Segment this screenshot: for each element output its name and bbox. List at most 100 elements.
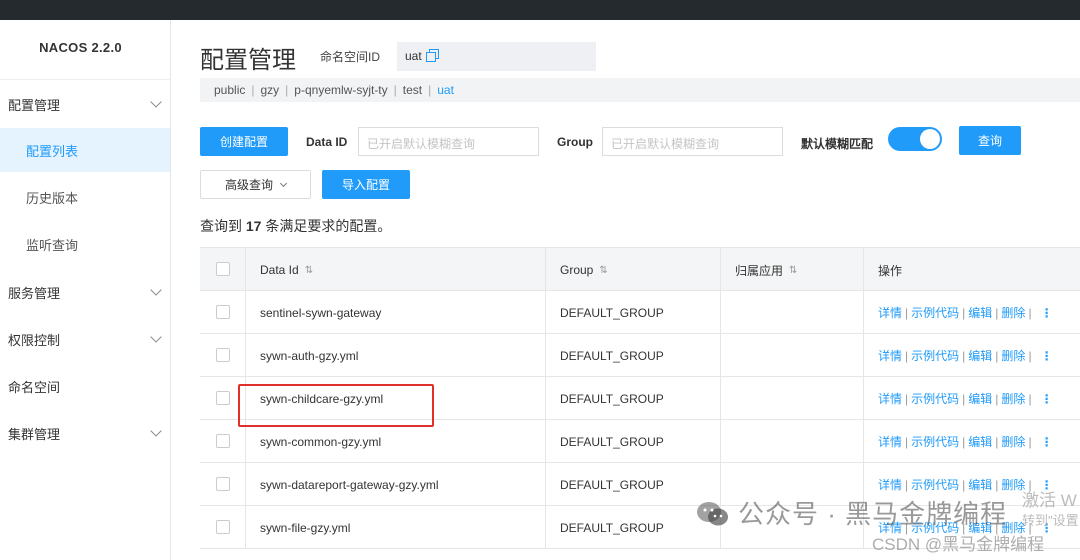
- row-checkbox[interactable]: [216, 305, 230, 319]
- table-row: sywn-auth-gzy.yml DEFAULT_GROUP 详情 | 示例代码 | 编辑…: [200, 334, 1080, 377]
- more-icon[interactable]: ⋮: [1041, 349, 1053, 363]
- more-icon[interactable]: ⋮: [1041, 392, 1053, 406]
- action-link[interactable]: 编辑: [968, 476, 992, 493]
- advanced-query-label: 高级查询: [224, 178, 273, 192]
- cell-group: DEFAULT_GROUP: [545, 291, 720, 334]
- sort-icon[interactable]: ⇅: [789, 265, 797, 276]
- namespace-link-uat[interactable]: uat: [437, 83, 454, 97]
- cell-data-id: sentinel-sywn-gateway: [245, 291, 545, 334]
- action-link[interactable]: 详情: [878, 433, 902, 450]
- action-link[interactable]: 示例代码: [911, 347, 959, 364]
- sidebar-item-label: 集群管理: [8, 426, 61, 442]
- action-link[interactable]: 编辑: [968, 304, 992, 321]
- namespace-bar: public | gzy | p-qnyemlw-syjt-ty | test | uat: [200, 78, 1080, 102]
- chevron-down-icon: [150, 96, 162, 108]
- action-link[interactable]: 详情: [878, 476, 902, 493]
- cell-app: [720, 420, 863, 463]
- namespace-link-public[interactable]: public: [214, 83, 245, 97]
- watermark-text: 公众号 · 黑马金牌编程: [738, 499, 1008, 529]
- cell-group: DEFAULT_GROUP: [545, 377, 720, 420]
- app-logo: NACOS 2.2.0: [39, 40, 122, 55]
- namespace-id-value: uat: [405, 49, 422, 63]
- row-checkbox[interactable]: [216, 520, 230, 534]
- result-prefix: 查询到: [200, 218, 242, 234]
- sidebar-divider: [0, 79, 170, 80]
- cell-actions: 详情 | 示例代码 | 编辑 | 删除 | ⋮: [863, 334, 1080, 377]
- sidebar-item-label: 命名空间: [8, 379, 61, 395]
- action-link[interactable]: 删除: [1001, 433, 1025, 450]
- column-header-data-id[interactable]: Data Id ⇅: [245, 248, 545, 292]
- cell-data-id: sywn-auth-gzy.yml: [245, 334, 545, 377]
- cell-app: [720, 291, 863, 334]
- action-link[interactable]: 示例代码: [911, 390, 959, 407]
- cell-data-id: sywn-file-gzy.yml: [245, 506, 545, 549]
- select-all-checkbox[interactable]: [216, 262, 230, 276]
- column-header-label: Data Id: [260, 263, 299, 277]
- sidebar-item-label: 历史版本: [26, 190, 79, 206]
- column-header-label: 操作: [878, 263, 903, 278]
- csdn-watermark: CSDN @黑马金牌编程: [872, 535, 1045, 554]
- query-button[interactable]: 查询: [959, 126, 1021, 155]
- top-bar: [0, 0, 1080, 20]
- namespace-link-gzy[interactable]: gzy: [260, 83, 279, 97]
- namespace-link-test[interactable]: test: [403, 83, 422, 97]
- cell-data-id: sywn-datareport-gateway-gzy.yml: [245, 463, 545, 506]
- sidebar-item-label: 服务管理: [8, 285, 61, 301]
- row-checkbox[interactable]: [216, 477, 230, 491]
- chevron-down-icon: [150, 331, 162, 343]
- row-checkbox[interactable]: [216, 434, 230, 448]
- action-link[interactable]: 删除: [1001, 347, 1025, 364]
- action-link[interactable]: 详情: [878, 390, 902, 407]
- result-count: 17: [245, 218, 262, 234]
- main-content: 配置管理 命名空间ID uat public | gzy | p-qnyemlw-syj…: [171, 20, 1080, 560]
- fuzzy-match-toggle[interactable]: [888, 127, 942, 151]
- import-config-button[interactable]: 导入配置: [322, 170, 410, 199]
- create-config-button[interactable]: 创建配置: [200, 127, 288, 156]
- page-title: 配置管理: [200, 47, 296, 74]
- sort-icon[interactable]: ⇅: [599, 265, 607, 276]
- column-header-app[interactable]: 归属应用 ⇅: [720, 248, 863, 292]
- chevron-down-icon: [279, 179, 288, 187]
- action-link[interactable]: 删除: [1001, 390, 1025, 407]
- action-link[interactable]: 详情: [878, 347, 902, 364]
- action-link[interactable]: 删除: [1001, 304, 1025, 321]
- more-icon[interactable]: ⋮: [1041, 306, 1053, 320]
- data-id-input[interactable]: 已开启默认模糊查询: [358, 127, 539, 156]
- sidebar-item-namespace[interactable]: 命名空间: [0, 364, 170, 408]
- sidebar-item-history[interactable]: 历史版本: [0, 175, 170, 219]
- advanced-query-button[interactable]: 高级查询: [200, 170, 311, 199]
- sidebar-item-service-management[interactable]: 服务管理: [0, 270, 170, 314]
- action-link[interactable]: 详情: [878, 304, 902, 321]
- cell-group: DEFAULT_GROUP: [545, 334, 720, 377]
- toggle-knob: [920, 129, 940, 149]
- more-icon[interactable]: ⋮: [1041, 435, 1053, 449]
- sidebar-item-listener-query[interactable]: 监听查询: [0, 222, 170, 266]
- copy-icon[interactable]: [425, 49, 439, 62]
- column-header-label: 归属应用: [735, 263, 784, 278]
- namespace-link-p-qnyemlw-syjt-ty[interactable]: p-qnyemlw-syjt-ty: [294, 83, 387, 97]
- row-checkbox[interactable]: [216, 348, 230, 362]
- data-id-label: Data ID: [306, 135, 348, 149]
- result-suffix: 条满足要求的配置。: [265, 218, 392, 234]
- table-row: sentinel-sywn-gateway DEFAULT_GROUP 详情 | 示例代…: [200, 291, 1080, 334]
- namespace-id-label: 命名空间ID: [320, 50, 381, 64]
- group-input[interactable]: 已开启默认模糊查询: [602, 127, 783, 156]
- action-link[interactable]: 示例代码: [911, 304, 959, 321]
- sidebar-item-config-management[interactable]: 配置管理: [0, 82, 170, 126]
- row-checkbox[interactable]: [216, 391, 230, 405]
- cell-app: [720, 377, 863, 420]
- cell-actions: 详情 | 示例代码 | 编辑 | 删除 | ⋮: [863, 291, 1080, 334]
- sidebar-item-cluster-management[interactable]: 集群管理: [0, 411, 170, 455]
- column-header-group[interactable]: Group ⇅: [545, 248, 720, 292]
- action-link[interactable]: 示例代码: [911, 476, 959, 493]
- sidebar-item-access-control[interactable]: 权限控制: [0, 317, 170, 361]
- group-label: Group: [557, 135, 593, 149]
- sidebar-item-config-list[interactable]: 配置列表: [0, 128, 170, 172]
- cell-group: DEFAULT_GROUP: [545, 420, 720, 463]
- action-link[interactable]: 编辑: [968, 433, 992, 450]
- action-link[interactable]: 示例代码: [911, 433, 959, 450]
- action-link[interactable]: 编辑: [968, 347, 992, 364]
- sort-icon[interactable]: ⇅: [305, 265, 313, 276]
- highlight-box: [238, 384, 434, 427]
- action-link[interactable]: 编辑: [968, 390, 992, 407]
